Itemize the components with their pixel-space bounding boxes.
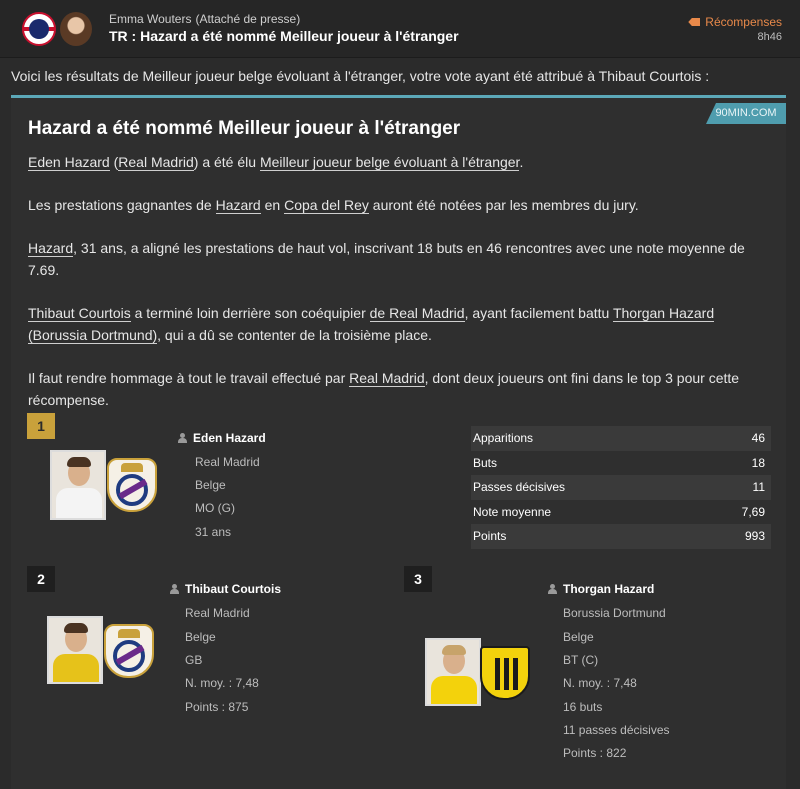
article-headline: Hazard a été nommé Meilleur joueur à l'é…: [28, 118, 461, 139]
stat-row: Note moyenne 7,69: [473, 504, 765, 519]
source-badge: 90MIN.COM: [706, 103, 786, 124]
player-nationality: Belge: [185, 630, 216, 644]
category-link[interactable]: Récompenses: [688, 15, 782, 29]
sender-avatar[interactable]: [60, 12, 92, 46]
category-label[interactable]: Récompenses: [705, 15, 782, 29]
voted-player-link[interactable]: Thibaut Courtois: [599, 68, 702, 84]
player-name[interactable]: Thorgan Hazard: [548, 582, 654, 596]
player-position: GB: [185, 653, 203, 667]
player-nationality: Belge: [563, 630, 594, 644]
player-assists: 11 passes décisives: [563, 723, 670, 737]
player-rating: N. moy. : 7,48: [563, 676, 637, 690]
player-points: Points : 822: [563, 746, 627, 760]
player-name[interactable]: Eden Hazard: [178, 431, 266, 445]
sender-role: (Attaché de presse): [195, 12, 301, 26]
tag-icon: [688, 18, 701, 26]
player-name[interactable]: Thibaut Courtois: [170, 582, 281, 596]
player-link[interactable]: Hazard: [28, 240, 74, 257]
paragraph-3: Hazard, 31 ans, a aligné les prestations…: [28, 240, 745, 278]
rank-badge-2: 2: [27, 566, 55, 592]
stat-row: Passes décisives 11: [471, 475, 771, 500]
stat-row: Points 993: [471, 524, 771, 549]
player-nationality: Belge: [195, 478, 226, 492]
rank-badge-3: 3: [404, 566, 432, 592]
message-subject: TR : Hazard a été nommé Meilleur joueur …: [109, 28, 459, 44]
club-link[interactable]: Real Madrid: [349, 370, 425, 387]
player-club[interactable]: Real Madrid: [185, 606, 250, 620]
club-logo: [22, 12, 56, 46]
paragraph-1: Eden Hazard (Real Madrid) a été élu Meil…: [28, 154, 524, 171]
sender: Emma Wouters (Attaché de presse): [109, 12, 300, 26]
stat-row: Apparitions 46: [471, 426, 771, 451]
player-photo[interactable]: [50, 450, 106, 520]
message-header: Emma Wouters (Attaché de presse) TR : Haz…: [0, 0, 800, 58]
paragraph-4: Thibaut Courtois a terminé loin derrière…: [28, 305, 715, 344]
club-link[interactable]: de Real Madrid: [369, 305, 465, 322]
club-crest-real-madrid[interactable]: [107, 458, 157, 512]
club-crest-dortmund[interactable]: [480, 646, 530, 700]
player-photo[interactable]: [425, 638, 481, 706]
paragraph-5: Il faut rendre hommage à tout le travail…: [28, 370, 740, 408]
message-time: 8h46: [757, 31, 782, 43]
sender-name[interactable]: Emma Wouters: [109, 12, 191, 26]
competition-link[interactable]: Copa del Rey: [284, 197, 369, 214]
award-link[interactable]: Meilleur joueur belge évoluant à l'étran…: [259, 154, 520, 171]
club-crest-real-madrid[interactable]: [104, 624, 154, 678]
person-icon: [548, 584, 557, 594]
stat-row: Buts 18: [473, 455, 765, 470]
player-link[interactable]: Thorgan Hazard: [612, 305, 715, 322]
player-age: 31 ans: [195, 525, 232, 539]
player-rating: N. moy. : 7,48: [185, 676, 259, 690]
rank-badge-1: 1: [27, 413, 55, 439]
person-icon: [178, 433, 187, 443]
club-link[interactable]: (Borussia Dortmund): [28, 327, 158, 344]
player-club[interactable]: Borussia Dortmund: [563, 606, 666, 620]
winner-stats-table: Apparitions 46 Buts 18 Passes décisives 11 …: [471, 426, 771, 549]
player-club[interactable]: Real Madrid: [195, 455, 260, 469]
player-position: MO (G): [195, 501, 235, 515]
player-link[interactable]: Hazard: [215, 197, 261, 214]
player-link[interactable]: Thibaut Courtois: [28, 305, 131, 322]
news-article: 90MIN.COM Hazard a été nommé Meilleur jo…: [11, 95, 786, 789]
intro-text: Voici les résultats de Meilleur joueur b…: [11, 68, 710, 84]
person-icon: [170, 584, 179, 594]
player-points: Points : 875: [185, 700, 249, 714]
player-position: BT (C): [563, 653, 599, 667]
player-photo[interactable]: [47, 616, 103, 684]
player-link[interactable]: Eden Hazard: [28, 154, 110, 171]
player-goals: 16 buts: [563, 700, 603, 714]
club-link[interactable]: Real Madrid: [118, 154, 194, 171]
paragraph-2: Les prestations gagnantes de Hazard en C…: [28, 197, 639, 214]
